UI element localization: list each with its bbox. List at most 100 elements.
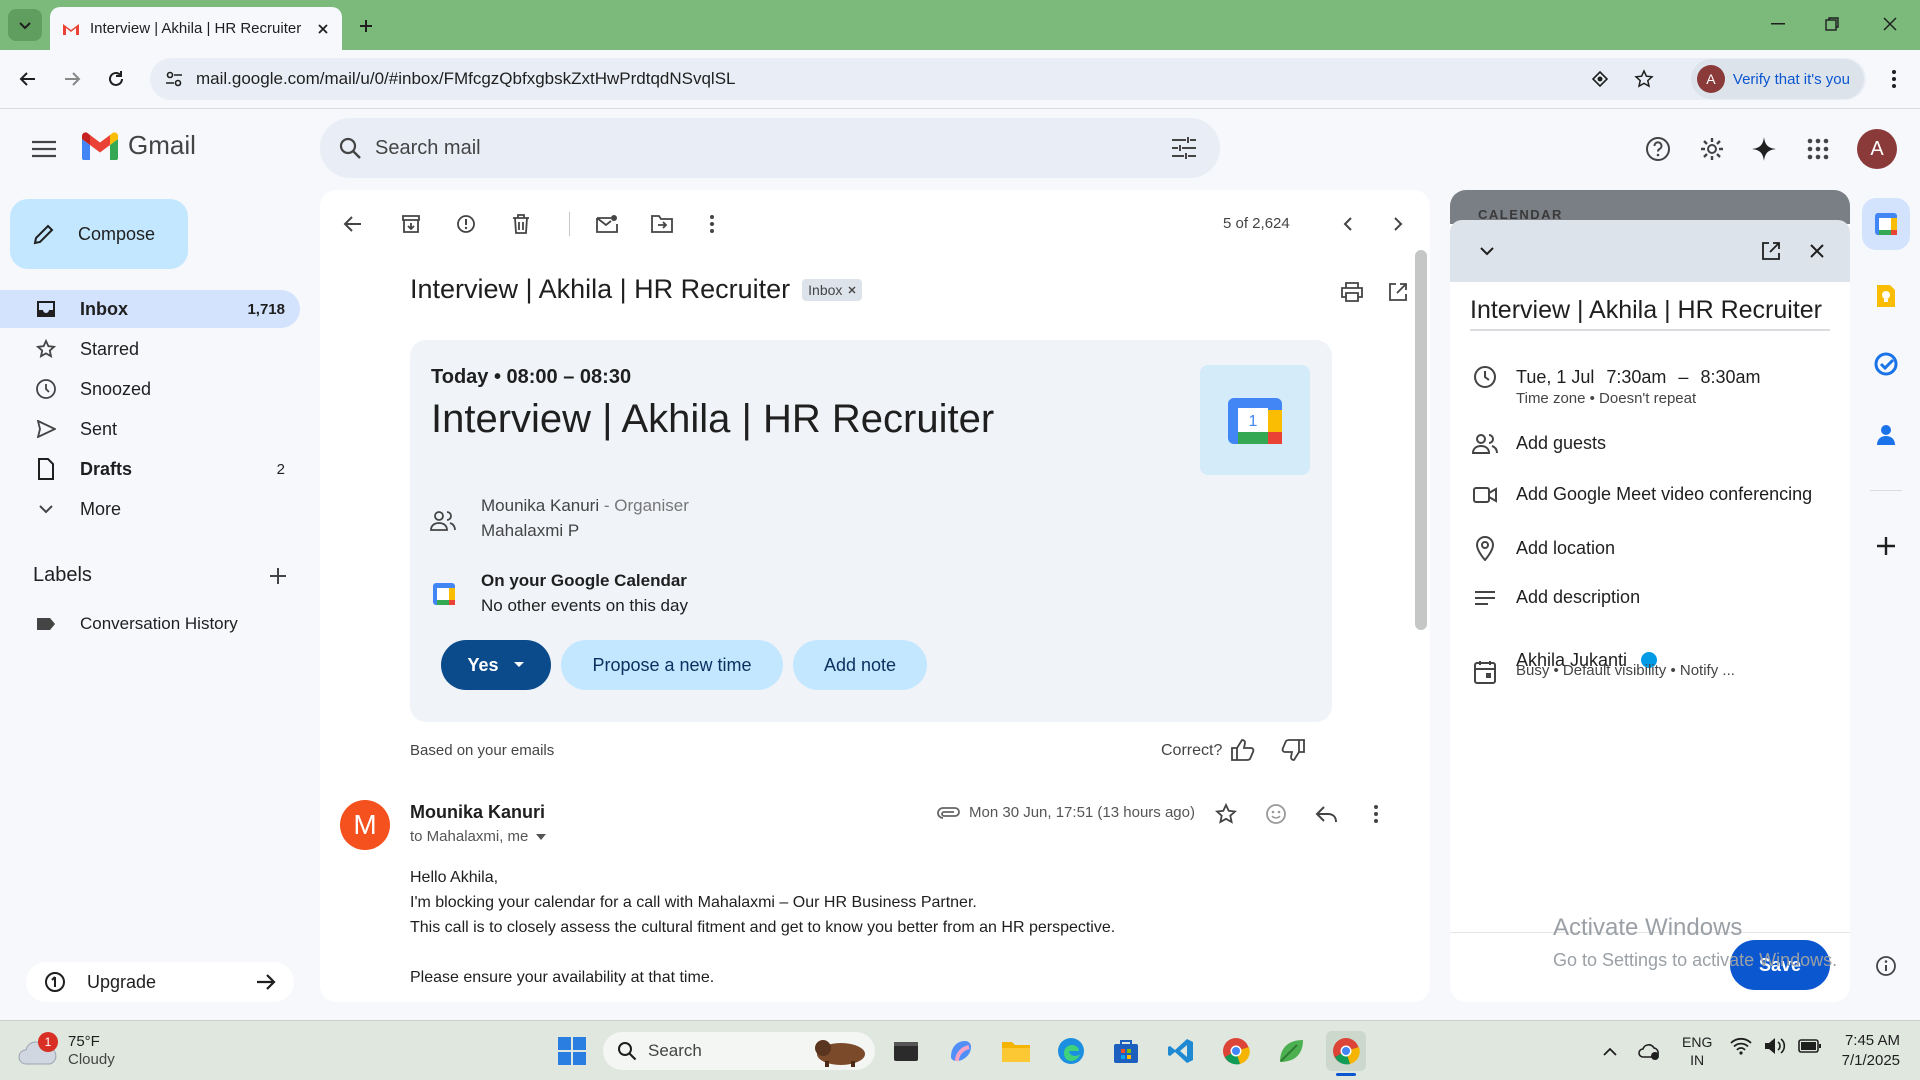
nav-item-inbox[interactable]: Inbox 1,718 [0, 290, 300, 328]
search-options-icon[interactable] [1172, 137, 1196, 159]
tab-search-button[interactable] [8, 9, 42, 41]
gmail-logo[interactable]: Gmail [80, 130, 196, 161]
upgrade-button[interactable]: Upgrade [26, 962, 294, 1002]
add-location-row[interactable]: Add location [1470, 535, 1615, 561]
language-indicator[interactable]: ENG IN [1682, 1033, 1712, 1069]
taskbar-app-copilot[interactable] [941, 1031, 981, 1071]
thread-scrollbar[interactable] [1415, 250, 1427, 630]
taskbar-app-chrome-profile[interactable] [1216, 1031, 1256, 1071]
message-more-button[interactable] [1356, 794, 1396, 834]
collapse-button[interactable] [1472, 236, 1502, 266]
event-title-input[interactable]: Interview | Akhila | HR Recruiter [1470, 296, 1830, 331]
thumbs-up-button[interactable] [1223, 730, 1263, 770]
compose-button[interactable]: Compose [10, 199, 188, 269]
add-description-row[interactable]: Add description [1470, 587, 1640, 608]
window-minimize-button[interactable] [1758, 8, 1798, 40]
close-panel-button[interactable] [1802, 236, 1832, 266]
delete-button[interactable] [501, 204, 541, 244]
bookmark-star-icon[interactable] [1634, 69, 1654, 89]
event-date[interactable]: Tue, 1 Jul [1516, 367, 1594, 388]
gemini-button[interactable] [1744, 129, 1784, 169]
rail-calendar-button[interactable] [1868, 206, 1904, 242]
taskbar-search-box[interactable]: Search [603, 1032, 875, 1070]
remove-label-icon[interactable] [848, 286, 856, 294]
taskbar-app-chrome-active[interactable] [1326, 1031, 1366, 1071]
taskbar-app-terminal[interactable] [886, 1031, 926, 1071]
new-tab-button[interactable] [350, 10, 382, 42]
archive-button[interactable] [391, 204, 431, 244]
sender-avatar[interactable]: M [340, 800, 390, 850]
newer-button[interactable] [1328, 204, 1368, 244]
more-actions-button[interactable] [692, 204, 732, 244]
weather-widget[interactable]: 1 75°F Cloudy [18, 1029, 148, 1073]
nav-item-snoozed[interactable]: Snoozed [0, 370, 300, 408]
search-icon[interactable] [338, 136, 362, 160]
system-tray-icons[interactable] [1730, 1037, 1822, 1055]
browser-menu-button[interactable] [1876, 59, 1912, 99]
event-datetime-row[interactable]: Tue, 1 Jul 7:30am – 8:30am [1470, 365, 1760, 389]
star-message-button[interactable] [1206, 794, 1246, 834]
nav-item-drafts[interactable]: Drafts 2 [0, 450, 300, 488]
taskbar-app-leaf[interactable] [1271, 1031, 1311, 1071]
thumbs-down-button[interactable] [1273, 730, 1313, 770]
window-close-button[interactable] [1870, 8, 1910, 40]
account-avatar[interactable]: A [1857, 129, 1897, 169]
open-full-calendar-button[interactable] [1756, 236, 1786, 266]
back-button[interactable] [8, 59, 48, 99]
nav-item-starred[interactable]: Starred [0, 330, 300, 368]
rail-tasks-button[interactable] [1868, 346, 1904, 382]
taskbar-app-vscode[interactable] [1161, 1031, 1201, 1071]
label-item-conversation-history[interactable]: Conversation History [0, 605, 300, 643]
event-end[interactable]: 8:30am [1700, 367, 1760, 388]
site-info-icon[interactable] [164, 69, 184, 89]
address-bar[interactable]: mail.google.com/mail/u/0/#inbox/FMfcgzQb… [150, 58, 1866, 100]
tab-close-icon[interactable] [316, 22, 330, 36]
timezone-repeat[interactable]: Time zone • Doesn't repeat [1516, 390, 1696, 407]
move-to-button[interactable] [642, 204, 682, 244]
support-button[interactable] [1638, 129, 1678, 169]
add-note-button[interactable]: Add note [793, 640, 927, 690]
taskbar-app-edge[interactable] [1051, 1031, 1091, 1071]
main-menu-button[interactable] [24, 129, 64, 169]
nav-item-sent[interactable]: Sent [0, 410, 300, 448]
rail-add-addon-button[interactable] [1868, 528, 1904, 564]
taskbar-app-store[interactable] [1106, 1031, 1146, 1071]
nav-item-more[interactable]: More [0, 490, 300, 528]
sender-name[interactable]: Mounika Kanuri [410, 802, 545, 823]
start-button[interactable] [552, 1031, 592, 1071]
tray-onedrive-button[interactable] [1630, 1031, 1670, 1071]
older-button[interactable] [1378, 204, 1418, 244]
reply-button[interactable] [1306, 794, 1346, 834]
tasks-icon [1874, 352, 1898, 376]
send-icon [34, 417, 58, 441]
back-to-inbox-button[interactable] [333, 204, 373, 244]
rail-contacts-button[interactable] [1868, 416, 1904, 452]
add-reaction-button[interactable] [1256, 794, 1296, 834]
google-apps-button[interactable] [1798, 129, 1838, 169]
window-restore-button[interactable] [1812, 8, 1852, 40]
eye-slash-icon[interactable] [1590, 69, 1610, 89]
forward-button[interactable] [52, 59, 92, 99]
search-bar[interactable]: Search mail [320, 118, 1220, 178]
print-button[interactable] [1332, 272, 1372, 312]
rsvp-yes-button[interactable]: Yes [441, 640, 551, 690]
recipients-toggle[interactable]: to Mahalaxmi, me [410, 828, 547, 845]
add-guests-row[interactable]: Add guests [1470, 433, 1606, 454]
event-start[interactable]: 7:30am [1606, 367, 1666, 388]
report-spam-button[interactable] [446, 204, 486, 244]
browser-tab-active[interactable]: Interview | Akhila | HR Recruiter [50, 7, 342, 50]
calendar-owner-sub[interactable]: Busy • Default visibility • Notify ... [1516, 662, 1735, 679]
mark-unread-button[interactable] [587, 204, 627, 244]
propose-time-button[interactable]: Propose a new time [561, 640, 783, 690]
add-meet-row[interactable]: Add Google Meet video conferencing [1470, 484, 1812, 505]
open-new-window-button[interactable] [1378, 272, 1418, 312]
settings-button[interactable] [1692, 129, 1732, 169]
create-label-button[interactable] [266, 564, 290, 588]
clock[interactable]: 7:45 AM 7/1/2025 [1830, 1031, 1900, 1071]
reload-button[interactable] [96, 59, 136, 99]
rail-info-button[interactable] [1868, 948, 1904, 984]
rail-keep-button[interactable] [1868, 278, 1904, 314]
taskbar-app-file-explorer[interactable] [996, 1031, 1036, 1071]
verify-identity-chip[interactable]: A Verify that it's you [1690, 59, 1864, 99]
show-hidden-icons-button[interactable] [1590, 1031, 1630, 1071]
